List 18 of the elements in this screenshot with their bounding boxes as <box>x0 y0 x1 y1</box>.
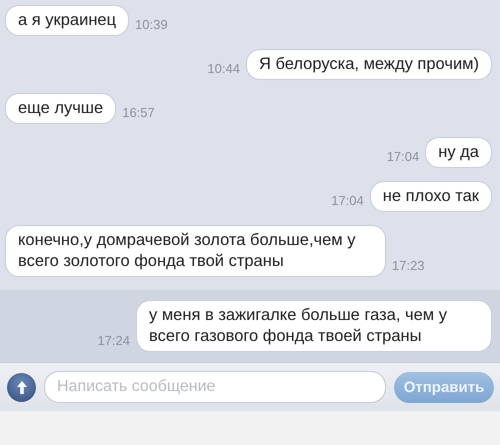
incoming-message: еще лучше <box>5 93 116 124</box>
incoming-message: а я украинец <box>5 5 130 36</box>
arrow-up-icon <box>16 380 26 394</box>
message-time: 17:24 <box>97 333 130 348</box>
outgoing-message: у меня в зажигалке больше газа, чем у всего газового фонда твоей страны <box>136 300 492 352</box>
incoming-message: конечно,у домрачевой золота больше,чем у всего золотого фонда твой страны <box>5 225 386 277</box>
message-time: 17:04 <box>331 193 364 208</box>
message-time: 10:44 <box>207 61 240 76</box>
outgoing-message: не плохо так <box>370 181 492 212</box>
message-time: 16:57 <box>122 105 155 120</box>
attach-button[interactable] <box>7 372 36 402</box>
message-time: 17:23 <box>392 258 425 273</box>
outgoing-message: Я белоруска, между прочим) <box>246 49 492 80</box>
message-time: 10:39 <box>135 17 168 32</box>
send-button[interactable]: Отправить <box>394 372 494 402</box>
outgoing-message: ну да <box>425 137 492 168</box>
message-input[interactable]: Написать сообщение <box>44 371 386 403</box>
message-time: 17:04 <box>386 149 420 164</box>
